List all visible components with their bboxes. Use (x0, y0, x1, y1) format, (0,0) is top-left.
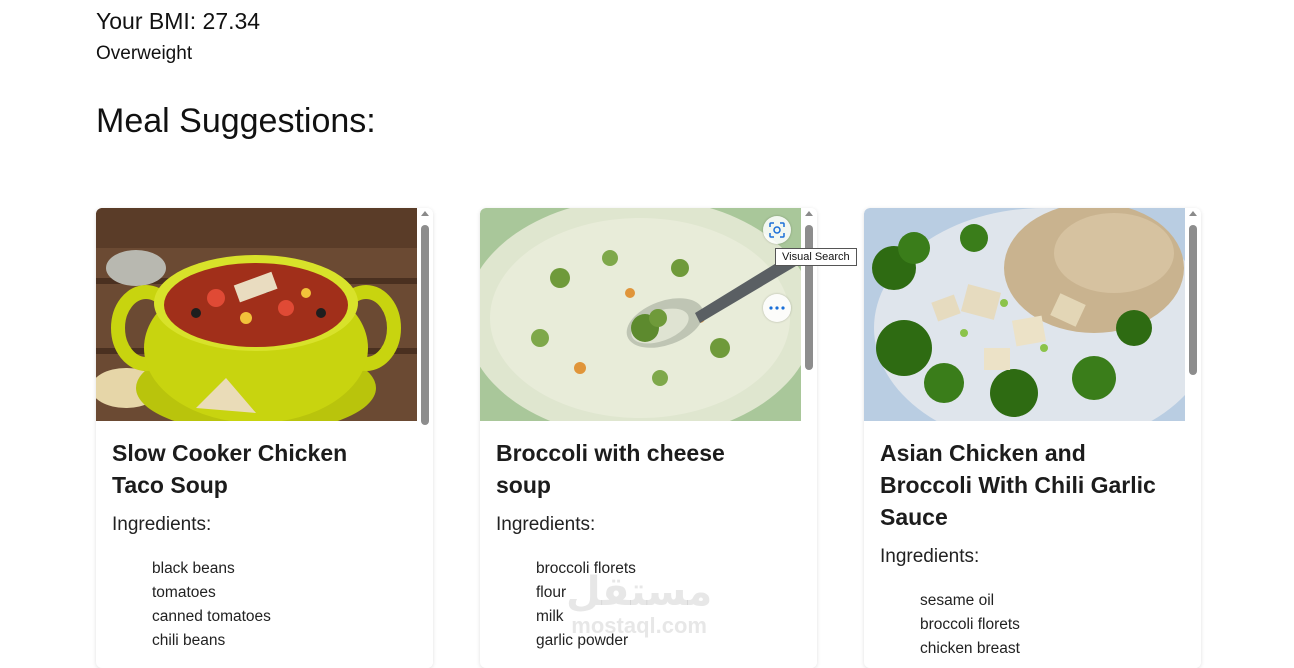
meal-image[interactable] (96, 208, 417, 421)
scroll-up-icon[interactable] (805, 211, 813, 216)
meal-suggestions-title: Meal Suggestions: (96, 102, 376, 140)
meal-card: Asian Chicken and Broccoli With Chili Ga… (864, 208, 1201, 668)
meal-title: Slow Cooker Chicken Taco Soup (112, 440, 348, 498)
scroll-up-icon[interactable] (1189, 211, 1197, 216)
scroll-thumb[interactable] (805, 225, 813, 370)
ingredients-heading: Ingredients: (112, 514, 212, 535)
visual-search-icon (769, 222, 785, 238)
visual-search-tooltip: Visual Search (775, 248, 857, 266)
card-scrollbar[interactable] (417, 208, 433, 668)
watermark: مستقل mostaql.com (566, 570, 712, 638)
bmi-category: Overweight (96, 43, 193, 64)
ingredient-item: chicken breast (920, 640, 1020, 657)
ingredient-item: tomatoes (152, 584, 216, 601)
meal-title: Broccoli with cheese soup (496, 440, 725, 498)
card-scrollbar[interactable] (801, 208, 817, 668)
ingredients-list: sesame oil broccoli florets chicken brea… (920, 589, 1020, 661)
meal-image[interactable] (480, 208, 801, 421)
scroll-up-icon[interactable] (421, 211, 429, 216)
scroll-thumb[interactable] (1189, 225, 1197, 375)
ingredient-item: canned tomatoes (152, 608, 271, 625)
ingredients-heading: Ingredients: (880, 546, 980, 567)
bmi-value: Your BMI: 27.34 (96, 8, 261, 34)
watermark-arabic: مستقل (566, 570, 713, 614)
meal-image[interactable] (864, 208, 1185, 421)
ingredients-list: black beans tomatoes canned tomatoes chi… (152, 557, 271, 653)
ingredient-item: broccoli florets (920, 616, 1020, 633)
scroll-thumb[interactable] (421, 225, 429, 425)
watermark-latin: mostaql.com (571, 613, 707, 638)
more-options-icon (769, 306, 785, 310)
ingredient-item: sesame oil (920, 592, 995, 609)
more-options-button[interactable] (763, 294, 791, 322)
ingredient-item: chili beans (152, 632, 226, 649)
ingredients-heading: Ingredients: (496, 514, 596, 535)
visual-search-button[interactable] (763, 216, 791, 244)
ingredient-item: black beans (152, 560, 235, 577)
card-scrollbar[interactable] (1185, 208, 1201, 668)
meal-card: Slow Cooker Chicken Taco Soup Ingredient… (96, 208, 433, 668)
meal-title: Asian Chicken and Broccoli With Chili Ga… (880, 440, 1156, 530)
